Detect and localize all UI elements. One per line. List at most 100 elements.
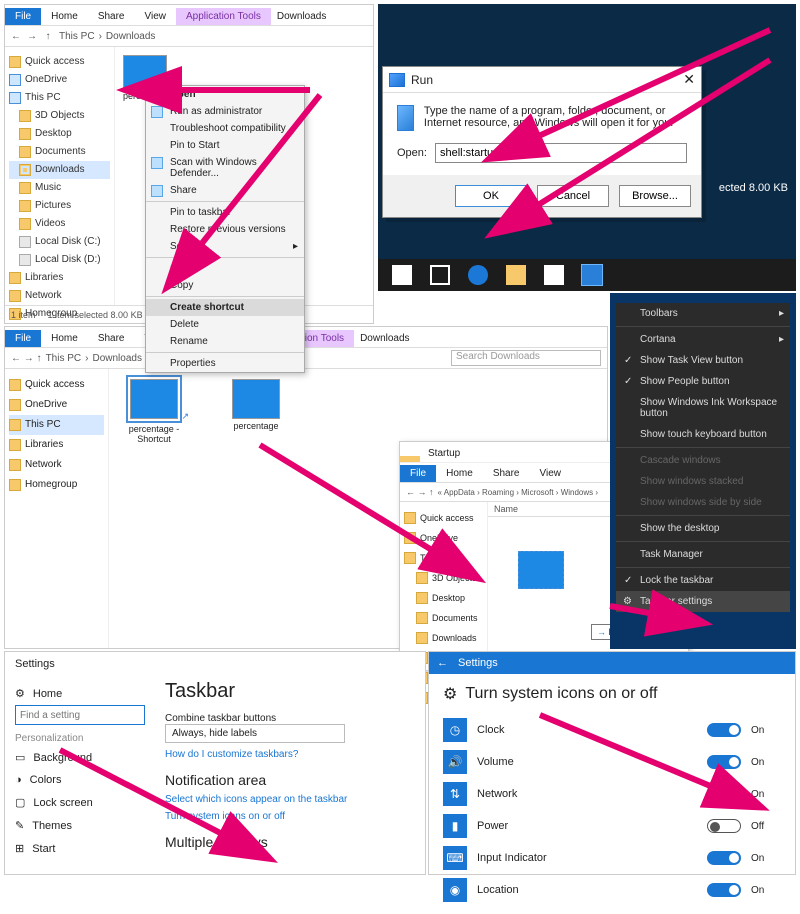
tree-item[interactable]: Libraries — [9, 435, 104, 455]
toggle[interactable] — [707, 755, 741, 769]
sidebar-item[interactable]: ⊞Start — [15, 837, 145, 860]
close-icon[interactable]: ✕ — [683, 71, 695, 88]
start-icon[interactable] — [392, 265, 412, 285]
tab-view[interactable]: View — [530, 465, 572, 482]
menu-item[interactable]: Cut — [146, 260, 304, 277]
tree-item[interactable]: Pictures — [9, 197, 110, 215]
tree-item[interactable]: OneDrive — [9, 71, 110, 89]
toggle[interactable] — [707, 851, 741, 865]
menu-item[interactable]: Pin to taskbar — [146, 204, 304, 221]
tree-item[interactable]: Quick access — [9, 375, 104, 395]
link-select-icons[interactable]: Select which icons appear on the taskbar — [165, 794, 415, 805]
tree-item[interactable]: Desktop — [9, 125, 110, 143]
explorer-icon[interactable] — [506, 265, 526, 285]
tree-item[interactable]: Downloads — [404, 628, 483, 648]
menu-item[interactable]: Send to — [146, 238, 304, 255]
find-setting-input[interactable] — [15, 705, 145, 725]
taskbar-context-menu[interactable]: Toolbars CortanaShow Task View button Show… — [616, 303, 790, 612]
menu-item[interactable]: Lock the taskbar — [616, 570, 790, 591]
menu-item[interactable]: Toolbars — [616, 303, 790, 324]
crumb-leaf[interactable]: Downloads — [106, 31, 155, 42]
nav-tree[interactable]: Quick accessOneDriveThis PCLibrariesNetw… — [5, 369, 109, 648]
tree-item[interactable]: Videos — [9, 215, 110, 233]
tab-share[interactable]: Share — [88, 330, 135, 347]
tree-item[interactable]: Network — [9, 455, 104, 475]
menu-item[interactable]: Share — [146, 182, 304, 199]
tree-item[interactable]: OneDrive — [9, 395, 104, 415]
toggle[interactable] — [707, 883, 741, 897]
menu-item[interactable]: Run as administrator — [146, 103, 304, 120]
nav-up-icon[interactable]: ↑ — [41, 29, 55, 43]
file-item[interactable]: ↗percentage - Shortcut — [119, 379, 189, 444]
tab-home[interactable]: Home — [41, 8, 88, 25]
tree-item[interactable]: Local Disk (D:) — [9, 251, 110, 269]
nav-back-icon[interactable]: ← — [9, 29, 23, 43]
menu-item[interactable]: Show the desktop — [616, 518, 790, 539]
file-pane[interactable]: ↗percentage - Shortcutpercentage Startup… — [109, 369, 607, 648]
edge-icon[interactable] — [468, 265, 488, 285]
tree-item[interactable]: Documents — [404, 608, 483, 628]
taskview-icon[interactable] — [430, 265, 450, 285]
menu-item[interactable]: Properties — [146, 355, 304, 372]
context-menu[interactable]: OpenRun as administratorTroubleshoot com… — [145, 85, 305, 373]
menu-item[interactable]: Create shortcut — [146, 299, 304, 316]
tree-item[interactable]: Documents — [9, 143, 110, 161]
sidebar-item[interactable]: ▢Lock screen — [15, 791, 145, 814]
tree-item[interactable]: Quick access — [9, 53, 110, 71]
run-taskbar-icon[interactable] — [582, 265, 602, 285]
tree-item[interactable]: This PC — [404, 548, 483, 568]
sidebar-item[interactable]: ▭Background — [15, 746, 145, 769]
tab-file[interactable]: File — [5, 8, 41, 25]
toggle[interactable] — [707, 787, 741, 801]
tab-home[interactable]: Home — [41, 330, 88, 347]
menu-item[interactable]: Cortana — [616, 329, 790, 350]
sidebar-item[interactable]: ✎Themes — [15, 814, 145, 837]
menu-item[interactable]: Taskbar settings — [616, 591, 790, 612]
search-input[interactable]: Search Downloads — [451, 350, 601, 366]
tree-item[interactable]: 3D Objects — [404, 568, 483, 588]
menu-item[interactable]: Show Task View button — [616, 350, 790, 371]
tree-item[interactable]: OneDrive — [404, 528, 483, 548]
tree-item[interactable]: Music — [9, 179, 110, 197]
tab-file[interactable]: File — [5, 330, 41, 347]
sidebar-item[interactable]: ◑Colors — [15, 769, 145, 791]
crumb-leaf[interactable]: Downloads — [92, 353, 141, 364]
tab-share[interactable]: Share — [483, 465, 530, 482]
tree-item[interactable]: 3D Objects — [9, 107, 110, 125]
menu-item[interactable]: Rename — [146, 333, 304, 350]
menu-item[interactable]: Troubleshoot compatibility — [146, 120, 304, 137]
tab-file[interactable]: File — [400, 465, 436, 482]
open-input[interactable] — [435, 143, 687, 163]
taskbar[interactable] — [378, 259, 796, 291]
tab-application-tools[interactable]: Application Tools — [176, 8, 271, 25]
crumb-root[interactable]: This PC — [59, 31, 95, 42]
dragged-file[interactable] — [518, 551, 578, 589]
nav-fwd-icon[interactable]: → — [25, 29, 39, 43]
tree-item[interactable]: Desktop — [404, 588, 483, 608]
cancel-button[interactable]: Cancel — [537, 185, 609, 207]
nav-tree[interactable]: Quick accessOneDriveThis PC3D ObjectsDes… — [5, 47, 115, 305]
store-icon[interactable] — [544, 265, 564, 285]
combine-select[interactable]: Always, hide labels — [165, 724, 345, 743]
crumb-root[interactable]: This PC — [46, 353, 82, 364]
tree-item[interactable]: Network — [9, 287, 110, 305]
menu-item[interactable]: Copy — [146, 277, 304, 294]
tree-item[interactable]: Libraries — [9, 269, 110, 287]
ok-button[interactable]: OK — [455, 185, 527, 207]
tab-view[interactable]: View — [135, 8, 177, 25]
menu-item[interactable]: Open — [146, 86, 304, 103]
menu-item[interactable]: Pin to Start — [146, 137, 304, 154]
browse-button[interactable]: Browse... — [619, 185, 691, 207]
link-system-icons[interactable]: Turn system icons on or off — [165, 811, 415, 822]
menu-item[interactable]: Show touch keyboard button — [616, 424, 790, 445]
menu-item[interactable]: Task Manager — [616, 544, 790, 565]
tree-item[interactable]: This PC — [9, 89, 110, 107]
tree-item[interactable]: Quick access — [404, 508, 483, 528]
toggle[interactable] — [707, 723, 741, 737]
tree-item[interactable]: This PC — [9, 415, 104, 435]
link-customize[interactable]: How do I customize taskbars? — [165, 749, 415, 760]
menu-item[interactable]: Show Windows Ink Workspace button — [616, 392, 790, 424]
menu-item[interactable]: Delete — [146, 316, 304, 333]
menu-item[interactable]: Restore previous versions — [146, 221, 304, 238]
tree-item[interactable]: Local Disk (C:) — [9, 233, 110, 251]
